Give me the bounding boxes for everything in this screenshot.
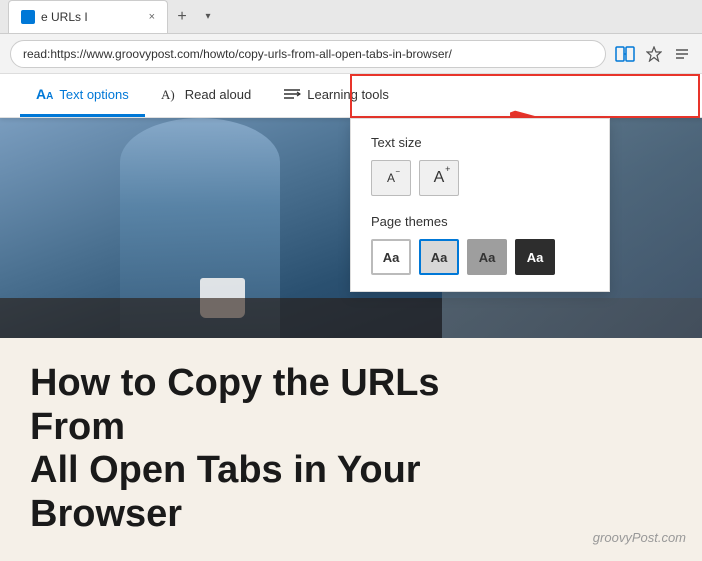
svg-text:A): A) [161,87,175,102]
learning-tools-icon [283,85,301,103]
text-size-decrease-button[interactable]: A− [371,160,411,196]
url-input[interactable]: read:https://www.groovypost.com/howto/co… [10,40,606,68]
theme-gray-button[interactable]: Aa [467,239,507,275]
favorites-icon[interactable] [644,44,664,64]
theme-white-button[interactable]: Aa [371,239,411,275]
article-title: How to Copy the URLs From All Open Tabs … [30,362,490,537]
learning-tools-button[interactable]: Learning tools [267,74,405,117]
main-content: AA Text options A) Read aloud Learning t… [0,74,702,561]
url-display: read:https://www.groovypost.com/howto/co… [23,47,593,61]
url-domain: www.groovypost.com [86,47,199,61]
tab-close-button[interactable]: × [149,11,155,23]
favorites-bar-icon[interactable] [672,44,692,64]
article-content: How to Copy the URLs From All Open Tabs … [0,338,702,557]
address-bar: read:https://www.groovypost.com/howto/co… [0,34,702,74]
text-options-panel: Text size A− A+ Page themes Aa Aa Aa Aa [350,118,610,292]
url-prefix: read:https:// [23,47,86,61]
url-path: /howto/copy-urls-from-all-open-tabs-in-b… [200,47,452,61]
new-tab-button[interactable]: + [168,3,196,31]
tab-dropdown-button[interactable]: ▾ [196,5,220,29]
watermark: groovyPost.com [593,530,686,545]
read-aloud-label: Read aloud [185,87,252,102]
text-size-controls: A− A+ [371,160,589,196]
read-aloud-button[interactable]: A) Read aloud [145,74,268,117]
text-options-button[interactable]: AA Text options [20,74,145,117]
tab-bar: e URLs I × + ▾ [0,0,702,34]
tab-favicon [21,10,35,24]
page-themes-label: Page themes [371,214,589,229]
active-tab[interactable]: e URLs I × [8,0,168,33]
theme-dark-button[interactable]: Aa [515,239,555,275]
learning-tools-label: Learning tools [307,87,389,102]
reader-view-icon[interactable] [614,43,636,65]
page-themes-controls: Aa Aa Aa Aa [371,239,589,275]
text-size-increase-button[interactable]: A+ [419,160,459,196]
text-size-label: Text size [371,135,589,150]
tab-title: e URLs I [41,10,88,24]
text-options-label: Text options [59,87,128,102]
text-options-icon: AA [36,86,53,102]
read-aloud-icon: A) [161,85,179,103]
reader-toolbar: AA Text options A) Read aloud Learning t… [0,74,702,118]
theme-light-gray-button[interactable]: Aa [419,239,459,275]
